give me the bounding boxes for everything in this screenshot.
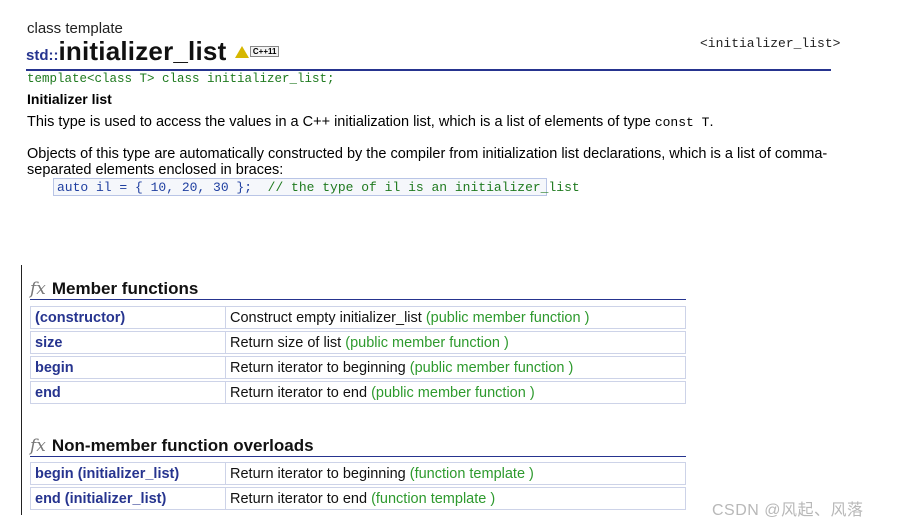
- warning-icon: [234, 45, 249, 58]
- table-row: end Return iterator to end (public membe…: [30, 381, 686, 404]
- non-member-rule: [30, 456, 686, 457]
- table-row: begin Return iterator to beginning (publ…: [30, 356, 686, 379]
- left-border-line: [21, 265, 22, 515]
- section-title: Initializer list: [27, 91, 112, 107]
- table-row: end (initializer_list) Return iterator t…: [30, 487, 686, 510]
- member-desc: Return iterator to beginning (public mem…: [226, 356, 686, 379]
- member-kind: (public member function ): [371, 384, 535, 401]
- nonmember-desc: Return iterator to end (function templat…: [226, 487, 686, 510]
- table-row: (constructor) Construct empty initialize…: [30, 306, 686, 329]
- nonmember-desc: Return iterator to beginning (function t…: [226, 462, 686, 485]
- member-kind: (public member function ): [345, 334, 509, 351]
- member-functions-title: Member functions: [51, 279, 199, 298]
- header-divider: [26, 69, 831, 71]
- nonmember-desc-text: Return iterator to beginning: [230, 465, 406, 482]
- nonmember-kind: (function template ): [371, 490, 496, 507]
- member-kind: (public member function ): [425, 309, 590, 326]
- member-link-size[interactable]: size: [30, 331, 226, 354]
- nonmember-link-begin[interactable]: begin (initializer_list): [30, 462, 226, 485]
- cpp11-badge: C++11: [234, 43, 280, 61]
- code-example: auto il = { 10, 20, 30 }; // the type of…: [53, 178, 580, 196]
- code-comment: // the type of il is an initializer_list: [267, 180, 580, 195]
- desc1-text: This type is used to access the values i…: [27, 114, 655, 130]
- member-link-constructor[interactable]: (constructor): [30, 306, 226, 329]
- member-functions-rule: [30, 299, 686, 300]
- member-functions-heading: fx Member functions: [30, 279, 198, 299]
- table-row: size Return size of list (public member …: [30, 331, 686, 354]
- desc1-suffix: .: [709, 114, 714, 130]
- member-desc-text: Return iterator to beginning: [230, 359, 406, 376]
- description-paragraph-2: Objects of this type are automatically c…: [27, 146, 828, 178]
- member-desc-text: Return size of list: [230, 334, 342, 351]
- description-paragraph-1: This type is used to access the values i…: [27, 114, 847, 130]
- member-functions-table: (constructor) Construct empty initialize…: [30, 304, 686, 406]
- non-member-table: begin (initializer_list) Return iterator…: [30, 460, 686, 512]
- desc1-code: const T: [654, 115, 710, 130]
- page-kicker: class template: [27, 20, 123, 37]
- template-declaration: template<class T> class initializer_list…: [27, 72, 335, 86]
- non-member-title: Non-member function overloads: [51, 436, 314, 455]
- nonmember-kind: (function template ): [409, 465, 534, 482]
- member-kind: (public member function ): [409, 359, 574, 376]
- non-member-heading: fx Non-member function overloads: [30, 436, 314, 456]
- member-link-begin[interactable]: begin: [30, 356, 226, 379]
- table-row: begin (initializer_list) Return iterator…: [30, 462, 686, 485]
- page-title: std::initializer_list C++11: [26, 36, 280, 67]
- member-desc: Return iterator to end (public member fu…: [226, 381, 686, 404]
- nonmember-link-end[interactable]: end (initializer_list): [30, 487, 226, 510]
- member-desc-text: Return iterator to end: [230, 384, 368, 401]
- cpp11-badge-label: C++11: [249, 46, 280, 58]
- class-name: initializer_list: [58, 36, 227, 66]
- member-link-end[interactable]: end: [30, 381, 226, 404]
- member-desc-text: Construct empty initializer_list: [230, 309, 422, 326]
- member-desc: Construct empty initializer_list (public…: [226, 306, 686, 329]
- header-include-link[interactable]: <initializer_list>: [700, 36, 840, 51]
- nonmember-desc-text: Return iterator to end: [230, 490, 368, 507]
- code-line: auto il = { 10, 20, 30 };: [57, 180, 268, 195]
- fx-icon: fx: [30, 436, 46, 456]
- member-desc: Return size of list (public member funct…: [226, 331, 686, 354]
- fx-icon: fx: [30, 279, 46, 299]
- namespace-label: std::: [26, 47, 59, 64]
- watermark: CSDN @风起、风落: [712, 502, 864, 519]
